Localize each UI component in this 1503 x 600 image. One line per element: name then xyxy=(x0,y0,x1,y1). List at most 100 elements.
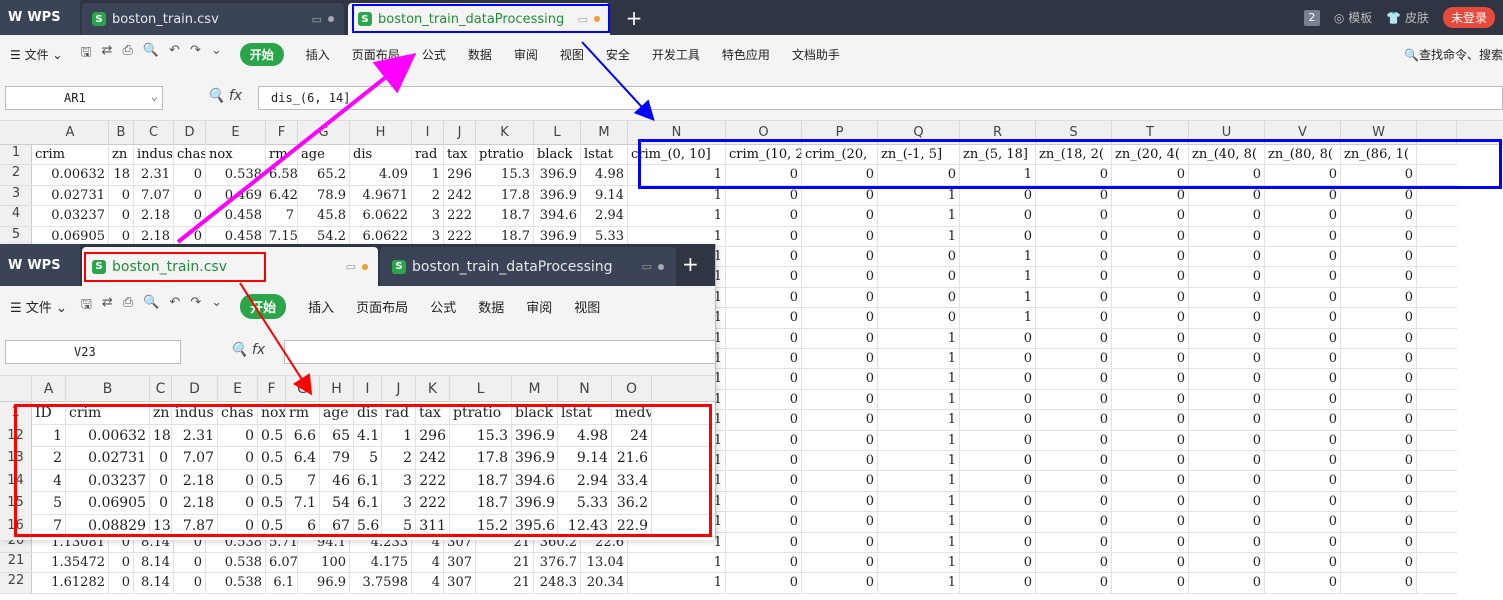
print-preview-icon[interactable]: 🔍 xyxy=(143,295,159,317)
table-cell[interactable]: 0 xyxy=(1189,410,1265,431)
fx-icon[interactable]: 🔍 fx xyxy=(207,88,242,104)
overlay-table-cell[interactable]: 396.9 xyxy=(512,447,558,470)
table-cell[interactable]: 0 xyxy=(1112,206,1189,227)
overlay-table-cell[interactable]: 6.1 xyxy=(354,469,382,492)
overlay-table-cell[interactable]: 0.06905 xyxy=(66,492,150,515)
overlay-column-header-L[interactable]: L xyxy=(450,376,512,402)
table-cell[interactable]: 15.3 xyxy=(476,165,534,186)
monitor-icon[interactable]: ▭ xyxy=(642,260,652,273)
table-cell[interactable]: 0 xyxy=(109,206,134,227)
overlay-row-header[interactable] xyxy=(0,537,32,540)
overlay-column-header-G[interactable]: G xyxy=(286,376,320,402)
overlay-table-cell[interactable]: 5 xyxy=(32,492,66,515)
overlay-table-cell[interactable]: 0.03237 xyxy=(66,469,150,492)
overlay-file-menu[interactable]: ☰ 文件 ⌄ xyxy=(10,297,67,316)
overlay-table-cell[interactable]: 0 xyxy=(150,492,172,515)
overlay-column-header-E[interactable]: E xyxy=(218,376,258,402)
table-cell[interactable]: 0 xyxy=(960,430,1036,451)
overlay-table-cell[interactable]: 0.08829 xyxy=(66,514,150,537)
overlay-table-cell[interactable]: 0.5 xyxy=(258,469,286,492)
table-cell[interactable]: 1 xyxy=(960,247,1036,268)
header-cell[interactable]: tax xyxy=(444,145,476,166)
table-cell[interactable]: 96.9 xyxy=(298,573,350,594)
table-cell[interactable]: 0 xyxy=(1189,349,1265,370)
redo-icon[interactable]: ↷ xyxy=(190,295,201,317)
table-cell[interactable]: 0 xyxy=(1036,185,1112,207)
overlay-column-header-C[interactable]: C xyxy=(150,376,172,402)
overlay-table-cell[interactable]: 18 xyxy=(150,424,172,447)
column-header-L[interactable]: L xyxy=(534,121,581,145)
table-cell[interactable]: 0 xyxy=(802,451,878,472)
overlay-table-cell[interactable]: 1 xyxy=(32,424,66,447)
table-cell[interactable]: 0 xyxy=(726,471,802,492)
table-cell[interactable]: 0 xyxy=(1265,165,1341,186)
table-cell[interactable]: 0 xyxy=(1265,185,1341,207)
overlay-column-header-I[interactable]: I xyxy=(354,376,382,402)
overlay-table-cell[interactable]: 0.5 xyxy=(258,492,286,515)
overlay-table-cell[interactable]: 5 xyxy=(382,514,416,537)
table-cell[interactable]: 0 xyxy=(802,553,878,574)
table-cell[interactable]: 0 xyxy=(1265,226,1341,247)
overlay-table-cell[interactable]: 0 xyxy=(150,447,172,470)
table-cell[interactable]: 0 xyxy=(960,451,1036,472)
overlay-header-cell[interactable]: rm xyxy=(286,402,320,425)
table-cell[interactable]: 0 xyxy=(1189,369,1265,390)
overlay-column-header-K[interactable]: K xyxy=(416,376,450,402)
table-cell[interactable]: 0 xyxy=(802,491,878,513)
table-cell[interactable]: 0 xyxy=(726,512,802,533)
overlay-tab-boston-train-csv[interactable]: S boston_train.csv ▭ xyxy=(82,247,378,286)
table-cell[interactable]: 0 xyxy=(1341,410,1417,431)
table-cell[interactable]: 0 xyxy=(726,491,802,513)
overlay-header-cell[interactable]: tax xyxy=(416,402,450,425)
table-cell[interactable]: 9.14 xyxy=(581,185,628,207)
table-cell[interactable]: 0 xyxy=(802,512,878,533)
table-cell[interactable]: 0 xyxy=(1112,328,1189,349)
table-cell[interactable]: 0 xyxy=(1112,267,1189,288)
template-button[interactable]: ◎ 模板 xyxy=(1334,9,1372,26)
table-cell[interactable]: 0 xyxy=(1036,287,1112,309)
table-cell[interactable]: 1 xyxy=(878,553,960,574)
table-cell[interactable]: 1 xyxy=(878,226,960,247)
overlay-table-cell[interactable]: 395.6 xyxy=(512,514,558,537)
table-cell[interactable]: 0 xyxy=(1189,247,1265,268)
table-cell[interactable]: 45.8 xyxy=(298,206,350,227)
overlay-table-cell[interactable]: 5.6 xyxy=(354,514,382,537)
table-cell[interactable]: 0.469 xyxy=(206,185,266,207)
table-cell[interactable]: 0 xyxy=(1036,389,1112,411)
table-cell[interactable]: 0 xyxy=(1036,471,1112,492)
column-header-K[interactable]: K xyxy=(476,121,534,145)
table-cell[interactable]: 0 xyxy=(174,165,206,186)
table-cell[interactable]: 0 xyxy=(1189,430,1265,451)
table-cell[interactable]: 6.1 xyxy=(266,573,298,594)
overlay-column-header-B[interactable]: B xyxy=(66,376,150,402)
table-cell[interactable]: 0 xyxy=(726,389,802,411)
overlay-table-cell[interactable]: 13 xyxy=(150,514,172,537)
table-cell[interactable]: 0 xyxy=(1189,328,1265,349)
table-cell[interactable]: 0 xyxy=(802,369,878,390)
table-cell[interactable]: 0 xyxy=(1189,308,1265,329)
table-cell[interactable]: 0 xyxy=(1036,165,1112,186)
table-cell[interactable]: 2.31 xyxy=(134,165,174,186)
table-cell[interactable]: 0 xyxy=(960,349,1036,370)
table-cell[interactable]: 0 xyxy=(1112,165,1189,186)
table-cell[interactable]: 0 xyxy=(726,185,802,207)
table-cell[interactable]: 4.175 xyxy=(350,553,412,574)
row-header[interactable]: 22 xyxy=(0,573,32,594)
header-cell[interactable]: zn_(86, 1( xyxy=(1341,145,1417,166)
table-cell[interactable]: 21 xyxy=(476,573,534,594)
header-cell[interactable]: rm xyxy=(266,145,298,166)
table-cell[interactable]: 0 xyxy=(726,532,802,553)
overlay-column-header-H[interactable]: H xyxy=(320,376,354,402)
table-cell[interactable]: 0 xyxy=(802,247,878,268)
table-cell[interactable]: 0 xyxy=(802,471,878,492)
table-cell[interactable]: 0 xyxy=(726,573,802,594)
table-cell[interactable]: 0 xyxy=(726,226,802,247)
overlay-table-cell[interactable]: 396.9 xyxy=(512,424,558,447)
table-cell[interactable]: 0 xyxy=(1189,491,1265,513)
overlay-select-all-corner[interactable] xyxy=(0,376,32,402)
table-cell[interactable]: 1 xyxy=(878,349,960,370)
table-cell[interactable]: 0 xyxy=(878,308,960,329)
table-cell[interactable]: 0 xyxy=(726,328,802,349)
table-cell[interactable]: 1 xyxy=(628,553,726,574)
tab-formula[interactable]: 公式 xyxy=(422,46,446,63)
